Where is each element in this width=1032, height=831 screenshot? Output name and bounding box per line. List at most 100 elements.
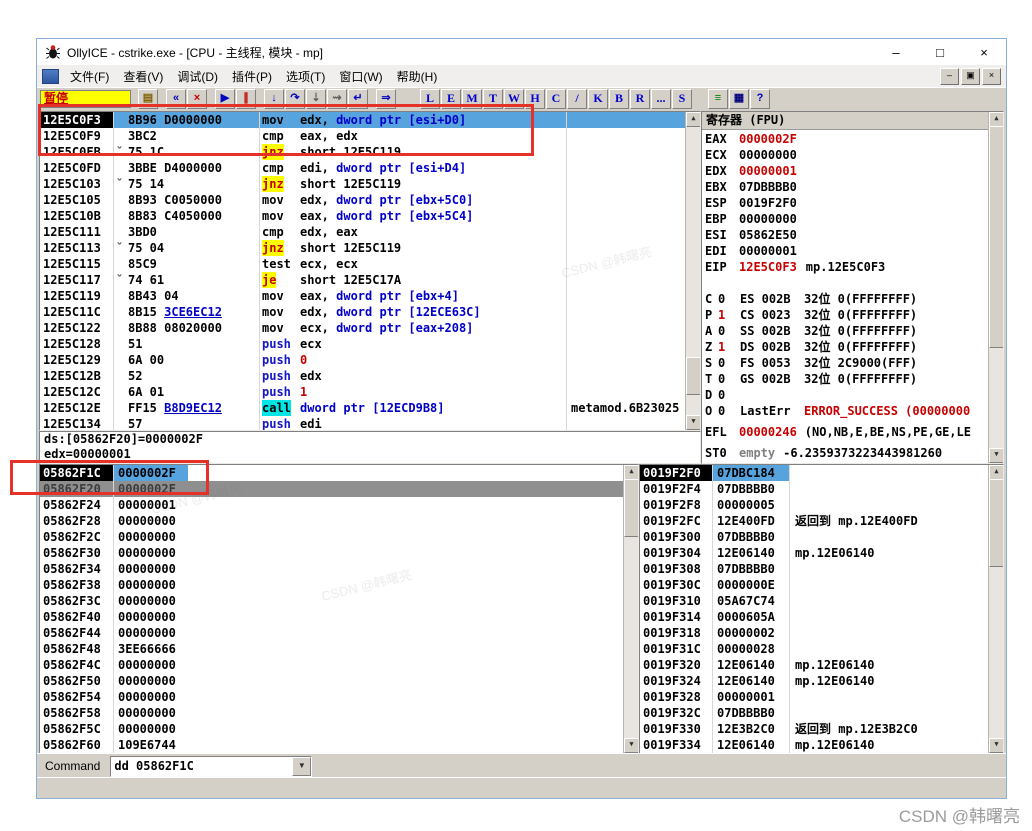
disasm-row[interactable]: 12E5C117ˇ74 61jeshort 12E5C17A — [40, 272, 700, 288]
view-callstack-button[interactable]: K — [588, 89, 608, 109]
stack-row[interactable]: 0019F32412E06140mp.12E06140 — [640, 673, 1003, 689]
registers-scrollbar[interactable]: ▲ ▼ — [988, 112, 1003, 463]
restart-button[interactable]: « — [166, 89, 186, 109]
disasm-row[interactable]: 12E5C1228B88 08020000movecx, dword ptr [… — [40, 320, 700, 336]
stack-scrollbar[interactable]: ▲ ▼ — [988, 465, 1003, 753]
dump-row[interactable]: 05862F483EE66666 — [40, 641, 638, 657]
register-row[interactable]: EBX07DBBBB0 — [705, 179, 1003, 195]
flag-row[interactable]: O0LastErrERROR_SUCCESS (00000000 — [705, 403, 1003, 419]
dump-row[interactable]: 05862F2800000000 — [40, 513, 638, 529]
disasm-row[interactable]: 12E5C103ˇ75 14jnzshort 12E5C119 — [40, 176, 700, 192]
disasm-row[interactable]: 12E5C1296A 00push0 — [40, 352, 700, 368]
dump-scrollbar[interactable]: ▲ ▼ — [623, 465, 638, 753]
disasm-row[interactable]: 12E5C1198B43 04moveax, dword ptr [ebx+4] — [40, 288, 700, 304]
view-patches-button[interactable]: / — [567, 89, 587, 109]
dump-row[interactable]: 05862F3000000000 — [40, 545, 638, 561]
scroll-down-icon[interactable]: ▼ — [624, 738, 639, 753]
dump-row[interactable]: 05862F5800000000 — [40, 705, 638, 721]
view-windows-button[interactable]: W — [504, 89, 524, 109]
stack-row[interactable]: 0019F2F007DBC184 — [640, 465, 1003, 481]
disasm-row[interactable]: 12E5C12B52pushedx — [40, 368, 700, 384]
stack-row[interactable]: 0019F30412E06140mp.12E06140 — [640, 545, 1003, 561]
scroll-down-icon[interactable]: ▼ — [686, 415, 701, 430]
stack-row[interactable]: 0019F31C00000028 — [640, 641, 1003, 657]
register-row[interactable]: EBP00000000 — [705, 211, 1003, 227]
disasm-row[interactable]: 12E5C12C6A 01push1 — [40, 384, 700, 400]
stack-row[interactable]: 0019F30807DBBBB0 — [640, 561, 1003, 577]
disasm-row[interactable]: 12E5C12EFF15 B8D9EC12calldword ptr [12EC… — [40, 400, 700, 416]
disasm-row[interactable]: 12E5C113ˇ75 04jnzshort 12E5C119 — [40, 240, 700, 256]
stack-row[interactable]: 0019F30C0000000E — [640, 577, 1003, 593]
menu-help[interactable]: 帮助(H) — [390, 68, 445, 85]
stack-row[interactable]: 0019F2FC12E400FD返回到 mp.12E400FD — [640, 513, 1003, 529]
scroll-thumb[interactable] — [989, 479, 1004, 567]
register-row[interactable]: EDX00000001 — [705, 163, 1003, 179]
disasm-row[interactable]: 12E5C1113BD0cmpedx, eax — [40, 224, 700, 240]
flag-row[interactable]: S0FS 005332位 2C9000(FFF) — [705, 355, 1003, 371]
step-into-button[interactable]: ↓ — [264, 89, 284, 109]
flag-row[interactable]: T0GS 002B32位 0(FFFFFFFF) — [705, 371, 1003, 387]
child-close-button[interactable]: × — [982, 68, 1001, 85]
execute-till-return-button[interactable]: ↵ — [348, 89, 368, 109]
disasm-row[interactable]: 12E5C0FD3BBE D4000000cmpedi, dword ptr [… — [40, 160, 700, 176]
register-row[interactable]: EAX0000002F — [705, 131, 1003, 147]
pause-button[interactable]: ∥ — [236, 89, 256, 109]
run-button[interactable]: ▶ — [215, 89, 235, 109]
stack-row[interactable]: 0019F32C07DBBBB0 — [640, 705, 1003, 721]
disasm-row[interactable]: 12E5C1058B93 C0050000movedx, dword ptr [… — [40, 192, 700, 208]
view-memory-button[interactable]: M — [462, 89, 482, 109]
disasm-row[interactable]: 12E5C0FBˇ75 1Cjnzshort 12E5C119 — [40, 144, 700, 160]
menu-options[interactable]: 选项(T) — [279, 68, 332, 85]
child-minimize-button[interactable]: – — [940, 68, 959, 85]
child-restore-button[interactable]: ▣ — [961, 68, 980, 85]
view-references-button[interactable]: R — [630, 89, 650, 109]
step-over-button[interactable]: ↷ — [285, 89, 305, 109]
stack-row[interactable]: 0019F2F800000005 — [640, 497, 1003, 513]
flag-row[interactable]: P1CS 002332位 0(FFFFFFFF) — [705, 307, 1003, 323]
stack-row[interactable]: 0019F33412E06140mp.12E06140 — [640, 737, 1003, 753]
dump-row[interactable]: 05862F4C00000000 — [40, 657, 638, 673]
highlight-button[interactable]: ≡ — [708, 89, 728, 109]
menu-debug[interactable]: 调试(D) — [170, 68, 225, 85]
stack-row[interactable]: 0019F31800000002 — [640, 625, 1003, 641]
appearance-button[interactable]: ▦ — [729, 89, 749, 109]
register-row[interactable]: ESP0019F2F0 — [705, 195, 1003, 211]
dump-row[interactable]: 05862F60109E6744 — [40, 737, 638, 753]
stack-row[interactable]: 0019F31005A67C74 — [640, 593, 1003, 609]
scroll-up-icon[interactable]: ▲ — [686, 112, 701, 127]
disasm-row[interactable]: 12E5C13457pushedi — [40, 416, 700, 431]
disasm-row[interactable]: 12E5C11585C9testecx, ecx — [40, 256, 700, 272]
disasm-row[interactable]: 12E5C11C8B15 3CE6EC12movedx, dword ptr [… — [40, 304, 700, 320]
dump-row[interactable]: 05862F4400000000 — [40, 625, 638, 641]
disasm-scrollbar[interactable]: ▲ ▼ — [685, 112, 700, 430]
menu-view[interactable]: 查看(V) — [116, 68, 170, 85]
view-log-button[interactable]: L — [420, 89, 440, 109]
disasm-row[interactable]: 12E5C0F38B96 D0000000movedx, dword ptr [… — [40, 112, 700, 128]
dump-row[interactable]: 05862F4000000000 — [40, 609, 638, 625]
view-threads-button[interactable]: T — [483, 89, 503, 109]
register-row[interactable]: ECX00000000 — [705, 147, 1003, 163]
cpu-window-icon[interactable] — [42, 69, 59, 84]
flag-row[interactable]: Z1DS 002B32位 0(FFFFFFFF) — [705, 339, 1003, 355]
register-row[interactable]: ESI05862E50 — [705, 227, 1003, 243]
stack-row[interactable]: 0019F2F407DBBBB0 — [640, 481, 1003, 497]
close-button[interactable]: × — [962, 39, 1006, 65]
view-handles-button[interactable]: H — [525, 89, 545, 109]
view-breakpoints-button[interactable]: B — [609, 89, 629, 109]
combobox-dropdown-icon[interactable]: ▼ — [292, 757, 311, 776]
dump-row[interactable]: 05862F3C00000000 — [40, 593, 638, 609]
scroll-down-icon[interactable]: ▼ — [989, 448, 1004, 463]
flag-row[interactable]: C0ES 002B32位 0(FFFFFFFF) — [705, 291, 1003, 307]
stack-row[interactable]: 0019F33012E3B2C0返回到 mp.12E3B2C0 — [640, 721, 1003, 737]
minimize-button[interactable]: – — [874, 39, 918, 65]
flag-row[interactable]: A0SS 002B32位 0(FFFFFFFF) — [705, 323, 1003, 339]
close-process-button[interactable]: × — [187, 89, 207, 109]
maximize-button[interactable]: □ — [918, 39, 962, 65]
view-executables-button[interactable]: E — [441, 89, 461, 109]
scroll-up-icon[interactable]: ▲ — [624, 465, 639, 480]
register-row[interactable]: EDI00000001 — [705, 243, 1003, 259]
menu-window[interactable]: 窗口(W) — [332, 68, 389, 85]
dump-row[interactable]: 05862F3800000000 — [40, 577, 638, 593]
view-source-button[interactable]: S — [672, 89, 692, 109]
scroll-thumb[interactable] — [624, 479, 639, 537]
